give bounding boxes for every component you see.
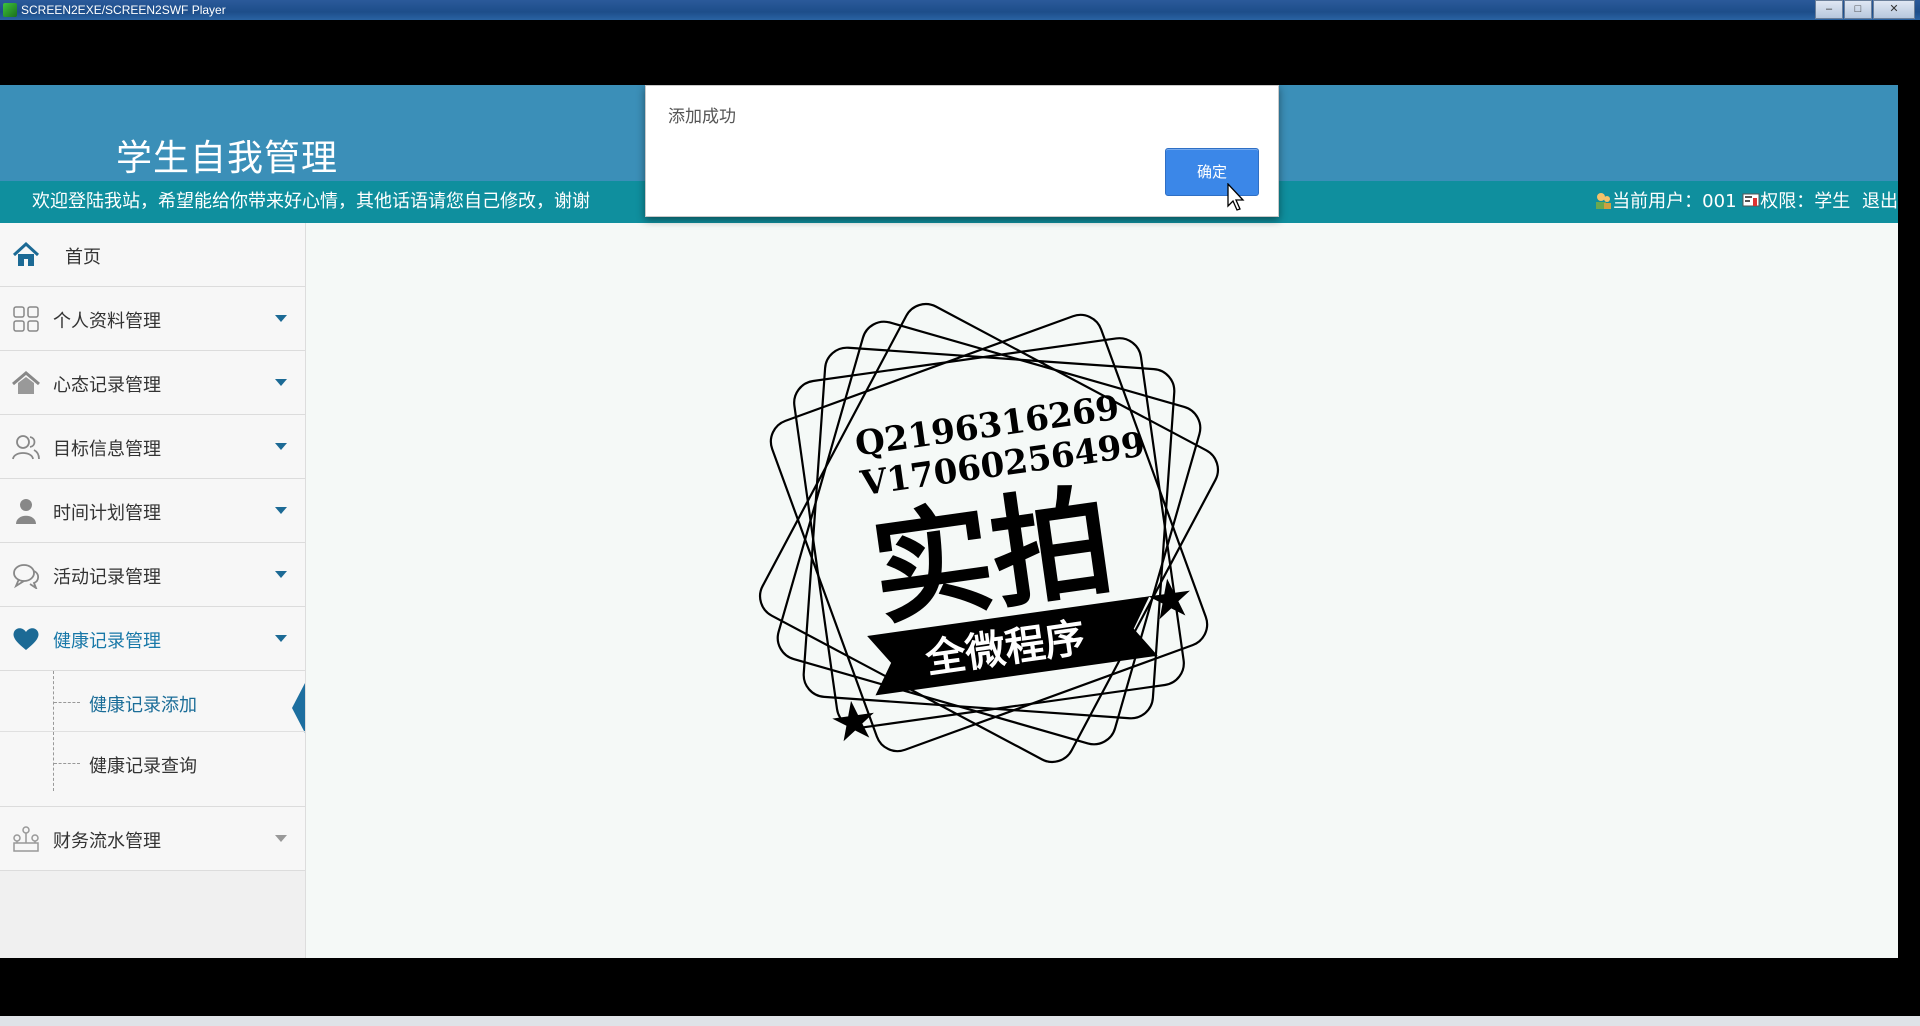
tree-connector <box>54 702 80 703</box>
chevron-down-icon <box>275 571 287 578</box>
sidebar-item-goals[interactable]: 目标信息管理 <box>0 415 305 479</box>
sidebar-item-label: 目标信息管理 <box>53 439 161 460</box>
permission-icon <box>1742 193 1760 207</box>
sidebar-item-label: 时间计划管理 <box>53 503 161 524</box>
sidebar-item-finance[interactable]: 财务流水管理 <box>0 807 305 871</box>
logout-link[interactable]: 退出 <box>1862 191 1898 212</box>
alert-dialog: 添加成功 确定 <box>645 85 1279 217</box>
health-submenu: 健康记录添加 健康记录查询 <box>0 671 305 807</box>
user-info: 当前用户：001 权限：学生 退出 <box>1594 181 1898 223</box>
sidebar-item-label: 首页 <box>65 247 101 268</box>
sidebar-item-label: 财务流水管理 <box>53 831 161 852</box>
submenu-item-label: 健康记录添加 <box>89 695 197 716</box>
submenu-item-health-query[interactable]: 健康记录查询 <box>0 731 305 792</box>
chevron-down-icon <box>275 507 287 514</box>
maximize-icon[interactable]: □ <box>1844 0 1872 19</box>
home-icon <box>12 241 40 266</box>
permission-label: 权限：学生 <box>1760 191 1851 212</box>
chevron-down-icon <box>275 379 287 386</box>
dialog-message: 添加成功 <box>668 107 736 127</box>
current-user: 当前用户：001 <box>1612 191 1737 212</box>
submenu-item-label: 健康记录查询 <box>89 756 197 777</box>
chevron-down-icon <box>275 315 287 322</box>
chevron-down-icon <box>275 635 287 642</box>
submenu-item-health-add[interactable]: 健康记录添加 <box>0 671 305 733</box>
sidebar-item-activity[interactable]: 活动记录管理 <box>0 543 305 607</box>
chevron-down-icon <box>275 443 287 450</box>
close-icon[interactable]: ✕ <box>1873 0 1915 19</box>
chevron-down-icon <box>275 835 287 842</box>
users-icon <box>12 435 40 460</box>
heart-icon <box>13 628 39 650</box>
person-icon <box>16 499 36 524</box>
sidebar-item-label: 活动记录管理 <box>53 567 161 588</box>
main-content: Q2196316269 V17060256499 实拍 全微程序 <box>306 223 1898 958</box>
mouse-cursor-icon <box>1227 183 1245 211</box>
app-title: 学生自我管理 <box>116 138 339 179</box>
welcome-text: 欢迎登陆我站，希望能给你带来好心情，其他话语请您自己修改，谢谢 <box>32 191 590 212</box>
star-icon <box>1148 578 1190 620</box>
grid-icon <box>13 306 39 332</box>
window-title: SCREEN2EXE/SCREEN2SWF Player <box>21 3 226 17</box>
sidebar-item-label: 个人资料管理 <box>53 311 161 332</box>
window-controls: – □ ✕ <box>1814 0 1915 19</box>
chat-icon <box>13 564 40 589</box>
tree-connector <box>54 763 80 764</box>
sidebar-item-label: 健康记录管理 <box>53 631 161 652</box>
watermark-stamp: Q2196316269 V17060256499 实拍 全微程序 <box>758 302 1220 764</box>
org-icon <box>13 826 39 852</box>
sidebar-item-profile[interactable]: 个人资料管理 <box>0 287 305 351</box>
active-indicator <box>292 683 305 733</box>
app-icon <box>3 3 17 17</box>
sidebar-item-home[interactable]: 首页 <box>0 223 305 287</box>
player-bottom-bar <box>0 1016 1920 1026</box>
window-titlebar: SCREEN2EXE/SCREEN2SWF Player – □ ✕ <box>0 0 1920 20</box>
sidebar: 首页 个人资料管理 心态记录管理 目标信息管理 时间计划管理 活动记录管理 健康… <box>0 223 306 958</box>
sidebar-item-health[interactable]: 健康记录管理 <box>0 607 305 671</box>
user-icon <box>1596 193 1612 209</box>
house-icon <box>12 371 40 394</box>
sidebar-item-mood[interactable]: 心态记录管理 <box>0 351 305 415</box>
minimize-icon[interactable]: – <box>1815 0 1843 19</box>
sidebar-item-label: 心态记录管理 <box>53 375 161 396</box>
sidebar-item-schedule[interactable]: 时间计划管理 <box>0 479 305 543</box>
